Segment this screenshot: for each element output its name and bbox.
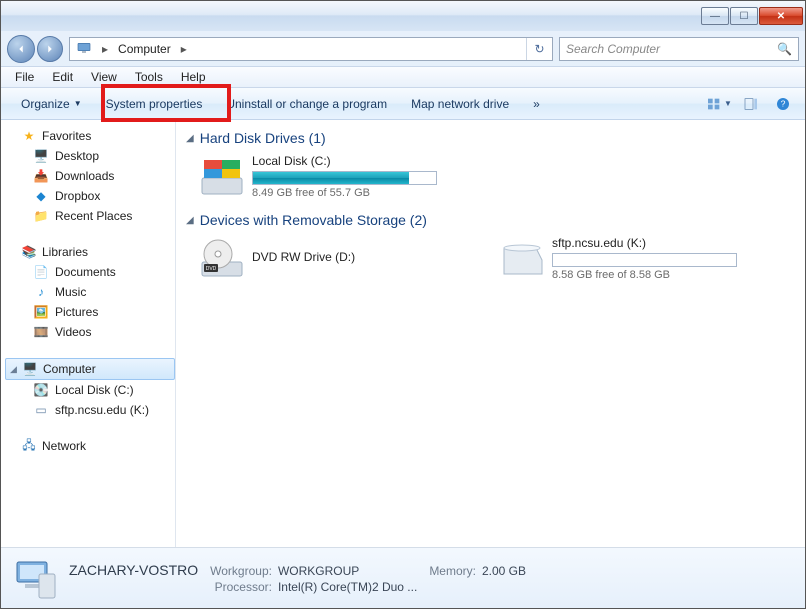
computer-icon [76, 40, 94, 58]
menu-view[interactable]: View [83, 68, 125, 86]
star-icon: ★ [21, 128, 37, 144]
workgroup-value: WORKGROUP [278, 564, 417, 578]
menu-edit[interactable]: Edit [44, 68, 81, 86]
libraries-icon: 📚 [21, 244, 37, 260]
sidebar-item-sftp-drive[interactable]: ▭sftp.ncsu.edu (K:) [33, 400, 175, 420]
documents-icon: 📄 [33, 264, 49, 280]
tree-header-computer[interactable]: ◢ 🖥️ Computer [5, 358, 175, 380]
sidebar-item-pictures[interactable]: 🖼️Pictures [33, 302, 175, 322]
menu-file[interactable]: File [7, 68, 42, 86]
sidebar-item-documents[interactable]: 📄Documents [33, 262, 175, 282]
titlebar: — ☐ ✕ [1, 1, 805, 31]
drive-free-text: 8.58 GB free of 8.58 GB [552, 269, 778, 281]
drive-dvd[interactable]: DVD DVD RW Drive (D:) [198, 234, 478, 282]
sidebar-item-downloads[interactable]: 📥Downloads [33, 166, 175, 186]
section-hard-disks[interactable]: ◢ Hard Disk Drives (1) [186, 130, 795, 146]
menubar: File Edit View Tools Help [1, 66, 805, 88]
explorer-window: — ☐ ✕ ▸ Computer ▸ ↻ Search Computer 🔍 F… [0, 0, 806, 609]
navigation-pane[interactable]: ★ Favorites 🖥️Desktop 📥Downloads ◆Dropbo… [1, 120, 176, 547]
dropbox-icon: ◆ [33, 188, 49, 204]
computer-name: ZACHARY-VOSTRO [69, 562, 204, 578]
section-removable[interactable]: ◢ Devices with Removable Storage (2) [186, 212, 795, 228]
close-button[interactable]: ✕ [759, 7, 803, 25]
search-icon: 🔍 [777, 42, 792, 56]
drive-name: Local Disk (C:) [252, 154, 478, 168]
computer-large-icon [11, 554, 59, 602]
hdd-large-icon [198, 152, 246, 200]
breadcrumb-segment[interactable]: Computer [112, 40, 177, 58]
downloads-icon: 📥 [33, 168, 49, 184]
sidebar-item-recent-places[interactable]: 📁Recent Places [33, 206, 175, 226]
menu-help[interactable]: Help [173, 68, 214, 86]
system-properties-button[interactable]: System properties [94, 93, 215, 115]
tree-header-libraries[interactable]: 📚 Libraries [5, 242, 175, 262]
chevron-down-icon: ▼ [74, 99, 82, 108]
drive-local-disk[interactable]: Local Disk (C:) 8.49 GB free of 55.7 GB [198, 152, 478, 200]
drive-name: DVD RW Drive (D:) [252, 250, 478, 264]
desktop-icon: 🖥️ [33, 148, 49, 164]
tree-group-network: 🖧 Network [5, 436, 175, 456]
svg-text:?: ? [781, 98, 786, 108]
workgroup-label: Workgroup: [210, 564, 272, 578]
hdd-icon: 💽 [33, 382, 49, 398]
removable-icon [498, 234, 546, 282]
usage-bar [552, 253, 737, 267]
drive-name: sftp.ncsu.edu (K:) [552, 236, 778, 250]
body: ★ Favorites 🖥️Desktop 📥Downloads ◆Dropbo… [1, 120, 805, 548]
network-icon: 🖧 [21, 438, 37, 454]
drive-sftp[interactable]: sftp.ncsu.edu (K:) 8.58 GB free of 8.58 … [498, 234, 778, 282]
videos-icon: 🎞️ [33, 324, 49, 340]
address-bar[interactable]: ▸ Computer ▸ ↻ [69, 37, 553, 61]
chevron-right-icon[interactable]: ▸ [177, 42, 191, 56]
forward-button[interactable] [37, 36, 63, 62]
search-input[interactable]: Search Computer 🔍 [559, 37, 799, 61]
sidebar-item-local-disk[interactable]: 💽Local Disk (C:) [33, 380, 175, 400]
drive-icon: ▭ [33, 402, 49, 418]
processor-label: Processor: [210, 580, 272, 594]
tree-group-libraries: 📚 Libraries 📄Documents ♪Music 🖼️Pictures… [5, 242, 175, 342]
tree-header-network[interactable]: 🖧 Network [5, 436, 175, 456]
refresh-button[interactable]: ↻ [526, 38, 552, 60]
view-mode-button[interactable]: ▼ [705, 93, 733, 115]
back-button[interactable] [7, 35, 35, 63]
help-button[interactable]: ? [769, 93, 797, 115]
processor-value: Intel(R) Core(TM)2 Duo ... [278, 580, 417, 594]
svg-text:DVD: DVD [206, 266, 217, 272]
expander-icon[interactable]: ◢ [10, 364, 20, 375]
uninstall-button[interactable]: Uninstall or change a program [214, 93, 399, 115]
maximize-button[interactable]: ☐ [730, 7, 758, 25]
sidebar-item-videos[interactable]: 🎞️Videos [33, 322, 175, 342]
menu-tools[interactable]: Tools [127, 68, 171, 86]
tree-header-favorites[interactable]: ★ Favorites [5, 126, 175, 146]
tree-group-favorites: ★ Favorites 🖥️Desktop 📥Downloads ◆Dropbo… [5, 126, 175, 226]
map-drive-button[interactable]: Map network drive [399, 93, 521, 115]
details-pane: ZACHARY-VOSTRO Workgroup: WORKGROUP Memo… [1, 548, 805, 608]
toolbar-overflow[interactable]: » [521, 93, 552, 115]
preview-pane-button[interactable] [737, 93, 765, 115]
pictures-icon: 🖼️ [33, 304, 49, 320]
chevron-right-icon[interactable]: ▸ [98, 42, 112, 56]
usage-bar [252, 171, 437, 185]
toolbar: Organize▼ System properties Uninstall or… [1, 88, 805, 120]
organize-button[interactable]: Organize▼ [9, 93, 94, 115]
drive-free-text: 8.49 GB free of 55.7 GB [252, 187, 478, 199]
sidebar-item-music[interactable]: ♪Music [33, 282, 175, 302]
recent-places-icon: 📁 [33, 208, 49, 224]
minimize-button[interactable]: — [701, 7, 729, 25]
dvd-icon: DVD [198, 234, 246, 282]
sidebar-item-dropbox[interactable]: ◆Dropbox [33, 186, 175, 206]
tree-group-computer: ◢ 🖥️ Computer 💽Local Disk (C:) ▭sftp.ncs… [5, 358, 175, 420]
content-pane[interactable]: ◢ Hard Disk Drives (1) Local Disk (C:) [176, 120, 805, 547]
sidebar-item-desktop[interactable]: 🖥️Desktop [33, 146, 175, 166]
memory-label: Memory: [429, 564, 476, 578]
collapse-icon[interactable]: ◢ [186, 215, 194, 226]
search-placeholder: Search Computer [566, 42, 660, 56]
memory-value: 2.00 GB [482, 564, 526, 578]
navigation-bar: ▸ Computer ▸ ↻ Search Computer 🔍 [1, 31, 805, 66]
collapse-icon[interactable]: ◢ [186, 133, 194, 144]
music-icon: ♪ [33, 284, 49, 300]
computer-icon: 🖥️ [22, 361, 38, 377]
